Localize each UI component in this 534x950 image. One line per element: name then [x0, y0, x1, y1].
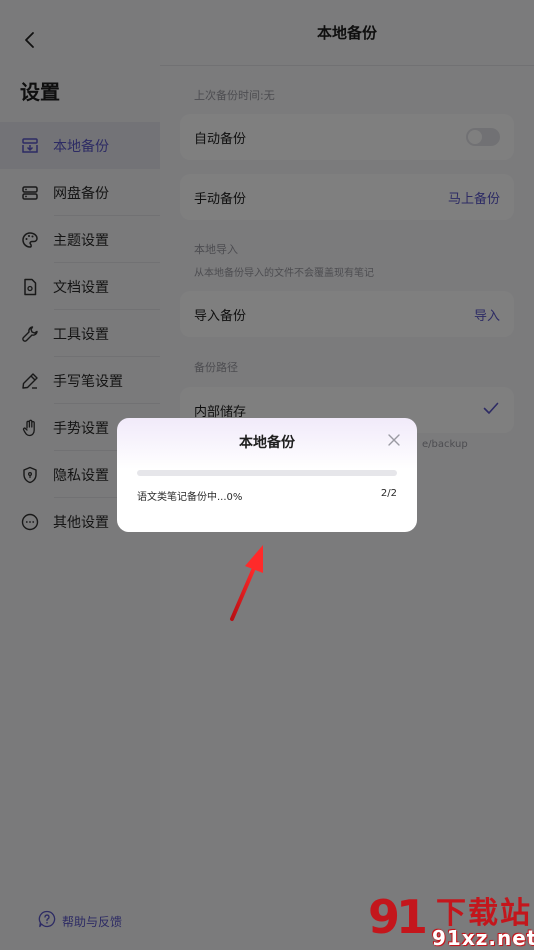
watermark: 91 下载站 91xz.net: [362, 886, 534, 950]
watermark-url: 91xz.net: [432, 926, 534, 950]
backup-count: 2/2: [380, 488, 397, 499]
dialog-title: 本地备份: [239, 435, 295, 451]
backup-status-text: 语文类笔记备份中...0%: [137, 492, 243, 503]
backup-progress-bar: [137, 470, 397, 476]
backup-progress-dialog: 本地备份 语文类笔记备份中...0% 2/2: [117, 418, 417, 532]
watermark-logo: 91: [362, 886, 432, 950]
watermark-logo-text: 91: [368, 890, 428, 944]
close-icon[interactable]: [387, 432, 401, 446]
